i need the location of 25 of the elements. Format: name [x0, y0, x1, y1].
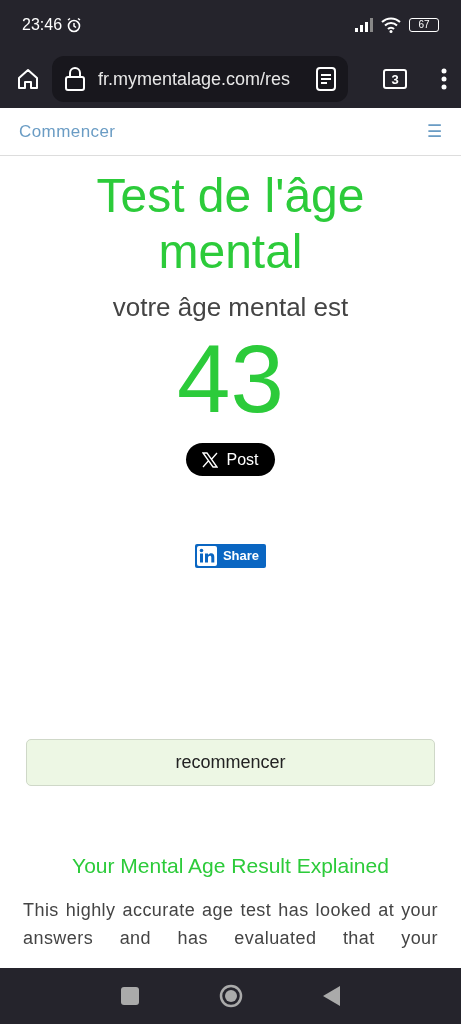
x-post-button[interactable]: Post: [186, 443, 275, 476]
alarm-icon: [66, 17, 83, 33]
section-heading: Your Mental Age Result Explained: [72, 853, 389, 879]
home-button-icon[interactable]: [218, 984, 243, 1008]
signal-icon: [355, 18, 375, 32]
address-bar[interactable]: fr.mymentalage.com/res: [52, 56, 348, 102]
lock-icon: [64, 66, 86, 92]
home-icon[interactable]: [16, 67, 40, 91]
linkedin-logo-icon: [196, 546, 217, 566]
subtitle-text: votre âge mental est: [112, 291, 349, 324]
back-icon[interactable]: [322, 986, 341, 1006]
reader-mode-icon[interactable]: [316, 67, 336, 91]
url-text: fr.mymentalage.com/res: [98, 67, 292, 91]
wifi-icon: [381, 17, 401, 33]
explanation-paragraph: This highly accurate age test has looked at your answers and has evaluated that your: [22, 898, 439, 950]
mental-age-value: 43: [177, 329, 284, 429]
clock-time: 23:46: [22, 15, 63, 35]
linkedin-share-button[interactable]: Share: [194, 544, 267, 568]
restart-button[interactable]: recommencer: [26, 739, 435, 786]
x-logo-icon: [202, 451, 219, 468]
page-title: Test de l'âge mental: [95, 168, 366, 280]
more-options-icon[interactable]: [441, 68, 447, 90]
battery-indicator: 67: [409, 18, 439, 32]
tab-count-button[interactable]: 3: [383, 69, 407, 89]
recent-apps-icon[interactable]: [120, 987, 139, 1005]
